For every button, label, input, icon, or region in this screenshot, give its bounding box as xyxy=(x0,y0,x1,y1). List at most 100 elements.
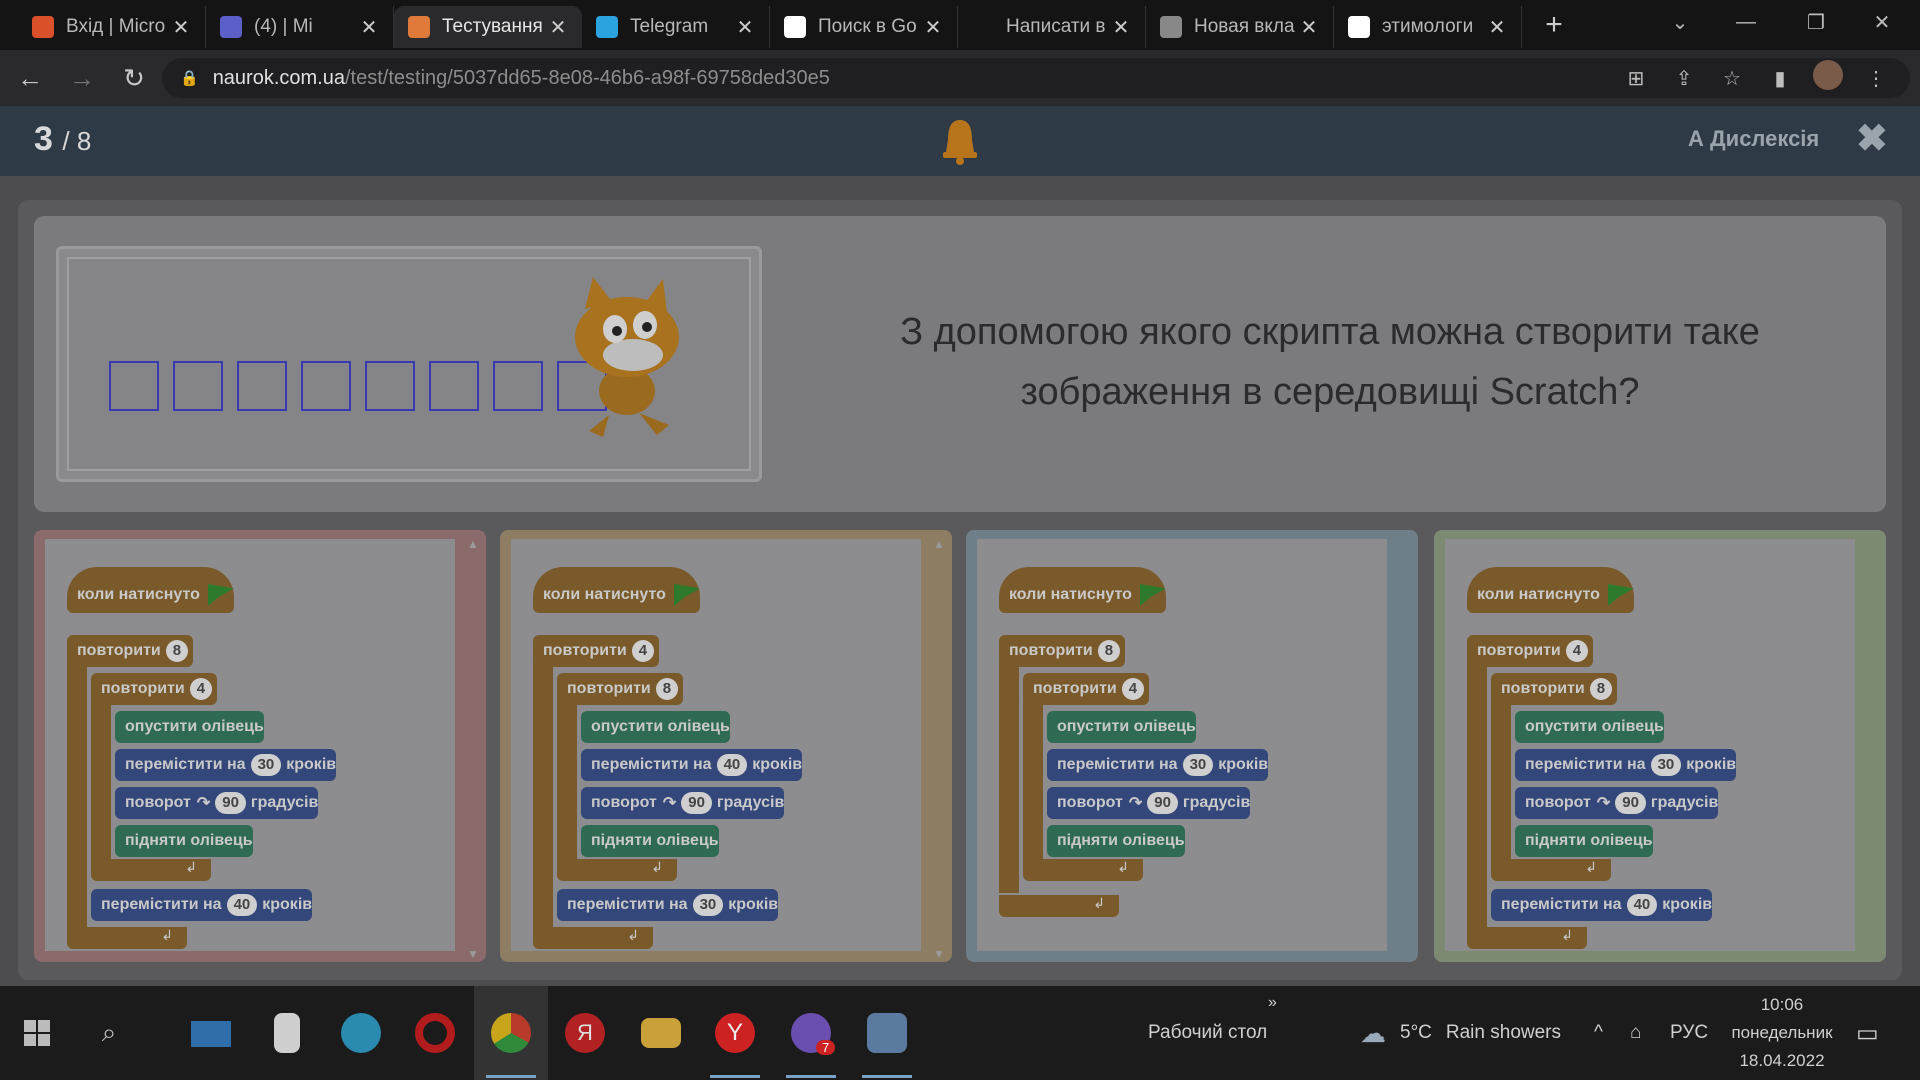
tab-title: Новая вкла xyxy=(1194,16,1295,37)
number-value: 4 xyxy=(1121,678,1145,700)
menu-icon[interactable]: ⋮ xyxy=(1852,66,1900,91)
restore-button[interactable]: ❐ xyxy=(1786,0,1846,44)
turn-suffix: градусів xyxy=(1650,794,1719,811)
repeat-c-bar xyxy=(91,701,111,867)
hat-label: коли натиснуто xyxy=(1477,586,1600,603)
tab-close-icon[interactable]: ✕ xyxy=(1487,15,1507,40)
reload-button[interactable]: ↻ xyxy=(112,63,156,94)
opera-icon[interactable] xyxy=(398,986,472,1080)
browser-tab[interactable]: Написати в ✕ xyxy=(958,6,1146,48)
profile-avatar[interactable] xyxy=(1804,60,1852,96)
question-text: З допомогою якого скрипта можна створити… xyxy=(900,311,1760,413)
tab-close-icon[interactable]: ✕ xyxy=(1299,15,1319,40)
app-window-icon[interactable] xyxy=(850,986,924,1080)
start-button[interactable] xyxy=(0,986,74,1080)
pen-up-block: підняти олівець xyxy=(1515,825,1653,857)
when-flag-clicked-block: коли натиснуто xyxy=(533,567,700,613)
number-value: 30 xyxy=(692,894,724,916)
new-tab-button[interactable]: + xyxy=(1534,8,1574,42)
translate-icon[interactable]: ⊞ xyxy=(1612,66,1660,91)
tab-close-icon[interactable]: ✕ xyxy=(171,15,191,40)
search-icon[interactable]: ⌕ xyxy=(72,986,146,1080)
naurok-icon xyxy=(408,16,430,38)
browser-tab[interactable]: (4) | Mi ✕ xyxy=(206,6,394,48)
browser-tab[interactable]: Тестування ✕ xyxy=(394,6,582,48)
repeat-c-bar xyxy=(999,663,1019,893)
mail-app-icon[interactable] xyxy=(174,986,248,1080)
square-shape xyxy=(301,361,351,411)
bell-icon[interactable] xyxy=(940,116,980,166)
clock[interactable]: 10:06 понедельник 18.04.2022 xyxy=(1722,986,1842,1080)
scroll-up-icon[interactable]: ▲ xyxy=(933,537,945,551)
turn-block: поворот ↷ 90 градусів xyxy=(1047,787,1251,819)
address-toolbar: ← → ↻ 🔒 naurok.com.ua/test/testing/5037d… xyxy=(0,50,1920,106)
repeat-label: повторити xyxy=(1033,680,1117,697)
tab-close-icon[interactable]: ✕ xyxy=(548,15,568,40)
language-indicator[interactable]: РУС xyxy=(1670,986,1708,1080)
tab-close-icon[interactable]: ✕ xyxy=(359,15,379,40)
bookmark-star-icon[interactable]: ☆ xyxy=(1708,66,1756,91)
number-value: 30 xyxy=(1182,754,1214,776)
tab-close-icon[interactable]: ✕ xyxy=(1111,15,1131,40)
desktop-toolbar[interactable]: Рабочий стол xyxy=(1148,986,1267,1080)
move-prefix: перемістити на xyxy=(125,756,246,773)
viber-icon[interactable]: 7 xyxy=(774,986,848,1080)
weather-widget[interactable]: ☁ 5°C Rain showers xyxy=(1360,986,1561,1080)
answer-option[interactable]: коли натиснуто повторити 4 повторити 8 опусти… xyxy=(1434,530,1886,962)
share-icon[interactable]: ⇪ xyxy=(1660,66,1708,91)
yandex-icon[interactable]: Y xyxy=(698,986,772,1080)
file-explorer-icon[interactable] xyxy=(624,986,698,1080)
scrollbar[interactable]: ▲ ▼ xyxy=(929,533,949,965)
turn-right-icon: ↷ xyxy=(662,795,677,812)
pen-down-block: опустити олівець xyxy=(1047,711,1196,743)
close-quiz-icon[interactable]: ✖ xyxy=(1856,116,1888,161)
forward-button[interactable]: → xyxy=(60,63,104,94)
tab-title: Telegram xyxy=(630,16,709,37)
file-app-icon[interactable] xyxy=(250,986,324,1080)
side-panel-icon[interactable]: ▮ xyxy=(1756,66,1804,91)
clock-day: понедельник xyxy=(1731,1023,1833,1042)
move-block: перемістити на 30 кроків xyxy=(1515,749,1737,781)
url-bar[interactable]: 🔒 naurok.com.ua/test/testing/5037dd65-8e… xyxy=(162,58,1910,98)
move-suffix: кроків xyxy=(752,756,803,773)
scrollbar[interactable]: ▲ ▼ xyxy=(463,533,483,965)
loop-end-icon: ↲ xyxy=(999,895,1119,917)
yandex-browser-icon[interactable]: Я xyxy=(548,986,622,1080)
minimize-button[interactable]: — xyxy=(1716,0,1776,44)
edge-icon[interactable] xyxy=(324,986,398,1080)
tab-title: этимологи xyxy=(1382,16,1474,37)
google-icon xyxy=(784,16,806,38)
move-prefix: перемістити на xyxy=(567,896,688,913)
notifications-icon[interactable]: ▭ xyxy=(1856,986,1879,1080)
toolbar-expand-icon[interactable]: » xyxy=(1268,956,1277,1050)
move-block: перемістити на 30 кроків xyxy=(557,889,779,921)
tray-expand-icon[interactable]: ^ xyxy=(1594,986,1603,1080)
tab-close-icon[interactable]: ✕ xyxy=(735,15,755,40)
browser-tab[interactable]: Новая вкла ✕ xyxy=(1146,6,1334,48)
answer-option[interactable]: коли натиснуто повторити 4 повторити 8 опусти… xyxy=(500,530,952,962)
when-flag-clicked-block: коли натиснуто xyxy=(67,567,234,613)
windows-taskbar: ⌕ Я Y 7 Рабочий стол » ☁ 5°C Rain shower… xyxy=(0,986,1920,1080)
dyslexia-toggle[interactable]: А Дислексія xyxy=(1688,126,1819,152)
script-image: коли натиснуто повторити 8 повторити 4 опусти… xyxy=(45,539,455,951)
close-window-button[interactable]: ✕ xyxy=(1852,0,1912,44)
chrome-icon[interactable] xyxy=(474,986,548,1080)
scroll-down-icon[interactable]: ▼ xyxy=(933,947,945,961)
browser-tab[interactable]: Вхід | Micro ✕ xyxy=(18,6,206,48)
scroll-down-icon[interactable]: ▼ xyxy=(467,947,479,961)
back-button[interactable]: ← xyxy=(8,63,52,94)
browser-tab[interactable]: Telegram ✕ xyxy=(582,6,770,48)
move-suffix: кроків xyxy=(286,756,337,773)
move-block: перемістити на 30 кроків xyxy=(115,749,337,781)
telegram-icon xyxy=(596,16,618,38)
tab-search-icon[interactable]: ⌄ xyxy=(1650,0,1710,44)
browser-tab[interactable]: Поиск в Go ✕ xyxy=(770,6,958,48)
question-counter: 3 / 8 xyxy=(34,120,91,159)
browser-tab[interactable]: этимологи ✕ xyxy=(1334,6,1522,48)
scroll-up-icon[interactable]: ▲ xyxy=(467,537,479,551)
answer-option[interactable]: коли натиснуто повторити 8 повторити 4 опусти… xyxy=(966,530,1418,962)
network-icon[interactable]: ⌂ xyxy=(1630,986,1641,1080)
question-image xyxy=(56,246,762,482)
answer-option[interactable]: коли натиснуто повторити 8 повторити 4 опусти… xyxy=(34,530,486,962)
tab-close-icon[interactable]: ✕ xyxy=(923,15,943,40)
